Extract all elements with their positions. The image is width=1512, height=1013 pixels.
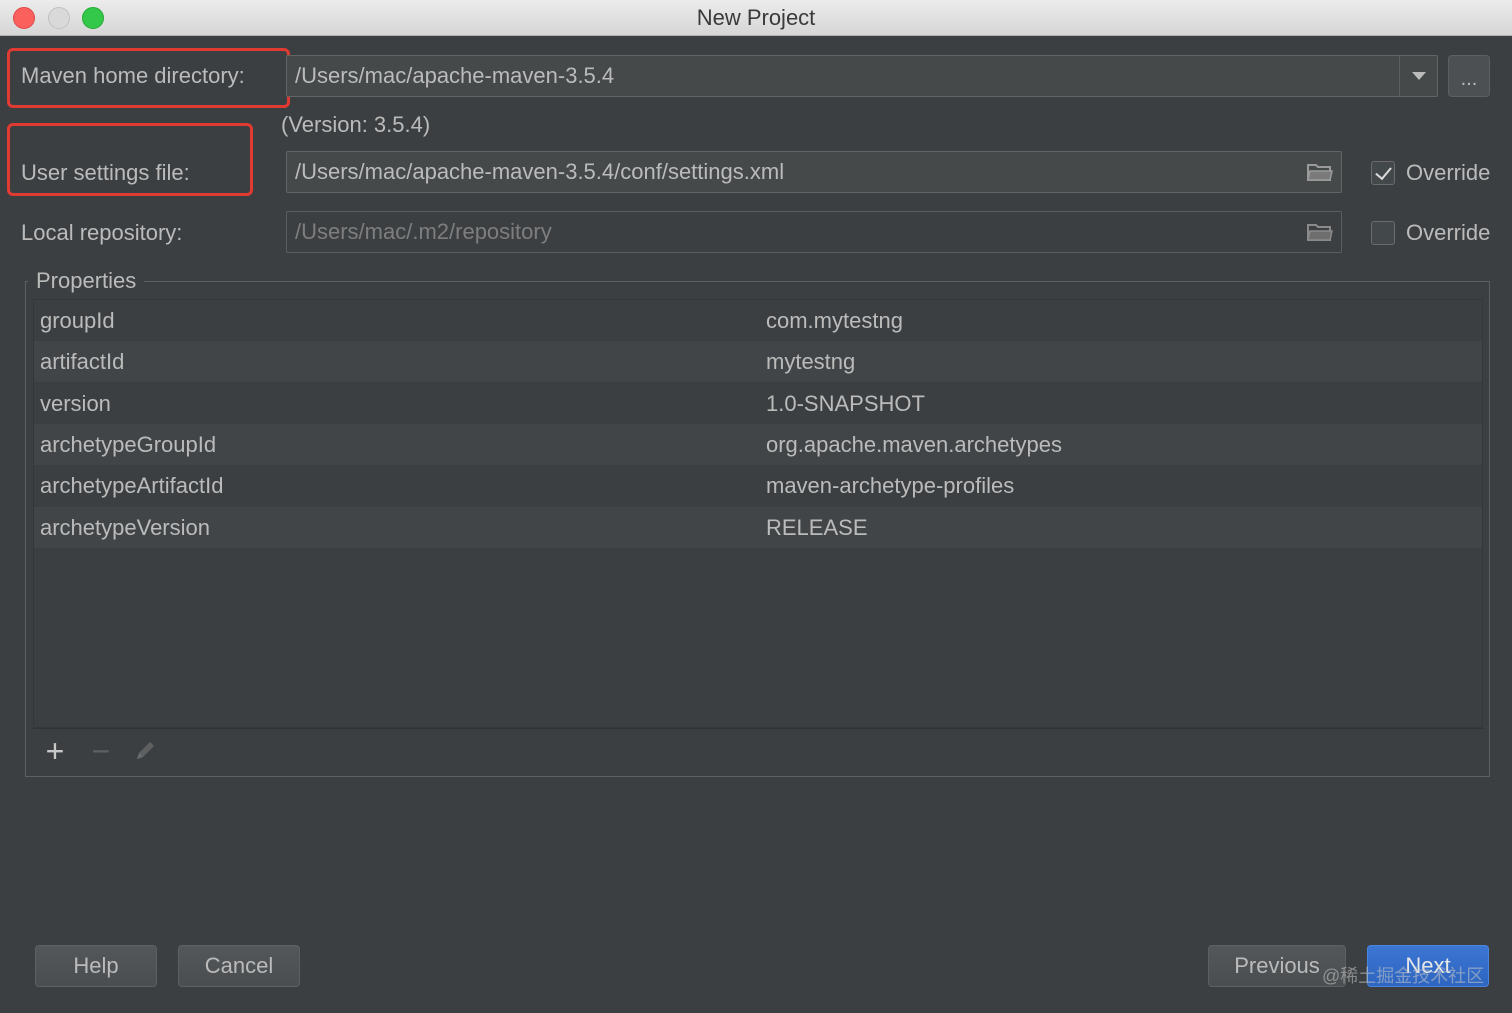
chevron-down-icon [1411, 72, 1426, 80]
local-repo-label: Local repository: [21, 220, 183, 245]
minus-icon[interactable]: − [87, 735, 115, 767]
property-key: artifactId [40, 349, 125, 374]
pencil-icon[interactable] [131, 737, 159, 765]
local-repo-value: /Users/mac/.m2/repository [295, 219, 552, 244]
user-settings-override-checkbox[interactable] [1371, 161, 1395, 185]
user-settings-override-label[interactable]: Override [1406, 160, 1490, 186]
property-value[interactable]: maven-archetype-profiles [766, 465, 1014, 506]
plus-icon[interactable]: + [41, 735, 69, 767]
property-value[interactable]: org.apache.maven.archetypes [766, 424, 1062, 465]
folder-icon[interactable] [1307, 221, 1333, 243]
properties-table[interactable]: groupId com.mytestng artifactId mytestng… [33, 299, 1483, 728]
folder-icon[interactable] [1307, 161, 1333, 183]
local-repo-field[interactable]: /Users/mac/.m2/repository [286, 211, 1342, 253]
property-value[interactable]: RELEASE [766, 507, 868, 548]
help-button[interactable]: Help [35, 945, 157, 987]
title-bar: New Project [0, 0, 1512, 36]
table-row[interactable]: artifactId mytestng [34, 341, 1482, 382]
table-row[interactable]: archetypeGroupId org.apache.maven.archet… [34, 424, 1482, 465]
maven-home-browse-button[interactable]: ... [1448, 55, 1490, 97]
user-settings-value: /Users/mac/apache-maven-3.5.4/conf/setti… [295, 159, 785, 184]
table-row[interactable]: archetypeArtifactId maven-archetype-prof… [34, 465, 1482, 506]
property-value[interactable]: 1.0-SNAPSHOT [766, 383, 925, 424]
maven-home-dropdown-button[interactable] [1399, 56, 1437, 96]
new-project-window: New Project Maven home directory: /Users… [0, 0, 1512, 1013]
user-settings-field[interactable]: /Users/mac/apache-maven-3.5.4/conf/setti… [286, 151, 1342, 193]
table-row[interactable]: version 1.0-SNAPSHOT [34, 383, 1482, 424]
maven-home-value: /Users/mac/apache-maven-3.5.4 [295, 63, 615, 88]
window-title: New Project [696, 5, 816, 30]
table-row[interactable]: groupId com.mytestng [34, 300, 1482, 341]
local-repo-override-checkbox[interactable] [1371, 221, 1395, 245]
property-key: archetypeVersion [40, 515, 210, 540]
cancel-button[interactable]: Cancel [178, 945, 300, 987]
local-repo-override-label[interactable]: Override [1406, 220, 1490, 246]
watermark: @稀土掘金技术社区 [1322, 966, 1485, 986]
table-row[interactable]: archetypeVersion RELEASE [34, 507, 1482, 548]
property-value[interactable]: mytestng [766, 341, 855, 382]
property-key: version [40, 391, 111, 416]
properties-toolbar: + − [33, 728, 1483, 772]
property-key: archetypeGroupId [40, 432, 217, 457]
property-key: groupId [40, 308, 115, 333]
maven-home-label: Maven home directory: [21, 63, 245, 88]
properties-title: Properties [28, 268, 145, 294]
maven-version-label: (Version: 3.5.4) [281, 112, 431, 137]
user-settings-label: User settings file: [21, 160, 190, 185]
maven-home-combobox[interactable]: /Users/mac/apache-maven-3.5.4 [286, 55, 1438, 97]
property-value[interactable]: com.mytestng [766, 300, 903, 341]
property-key: archetypeArtifactId [40, 473, 224, 498]
